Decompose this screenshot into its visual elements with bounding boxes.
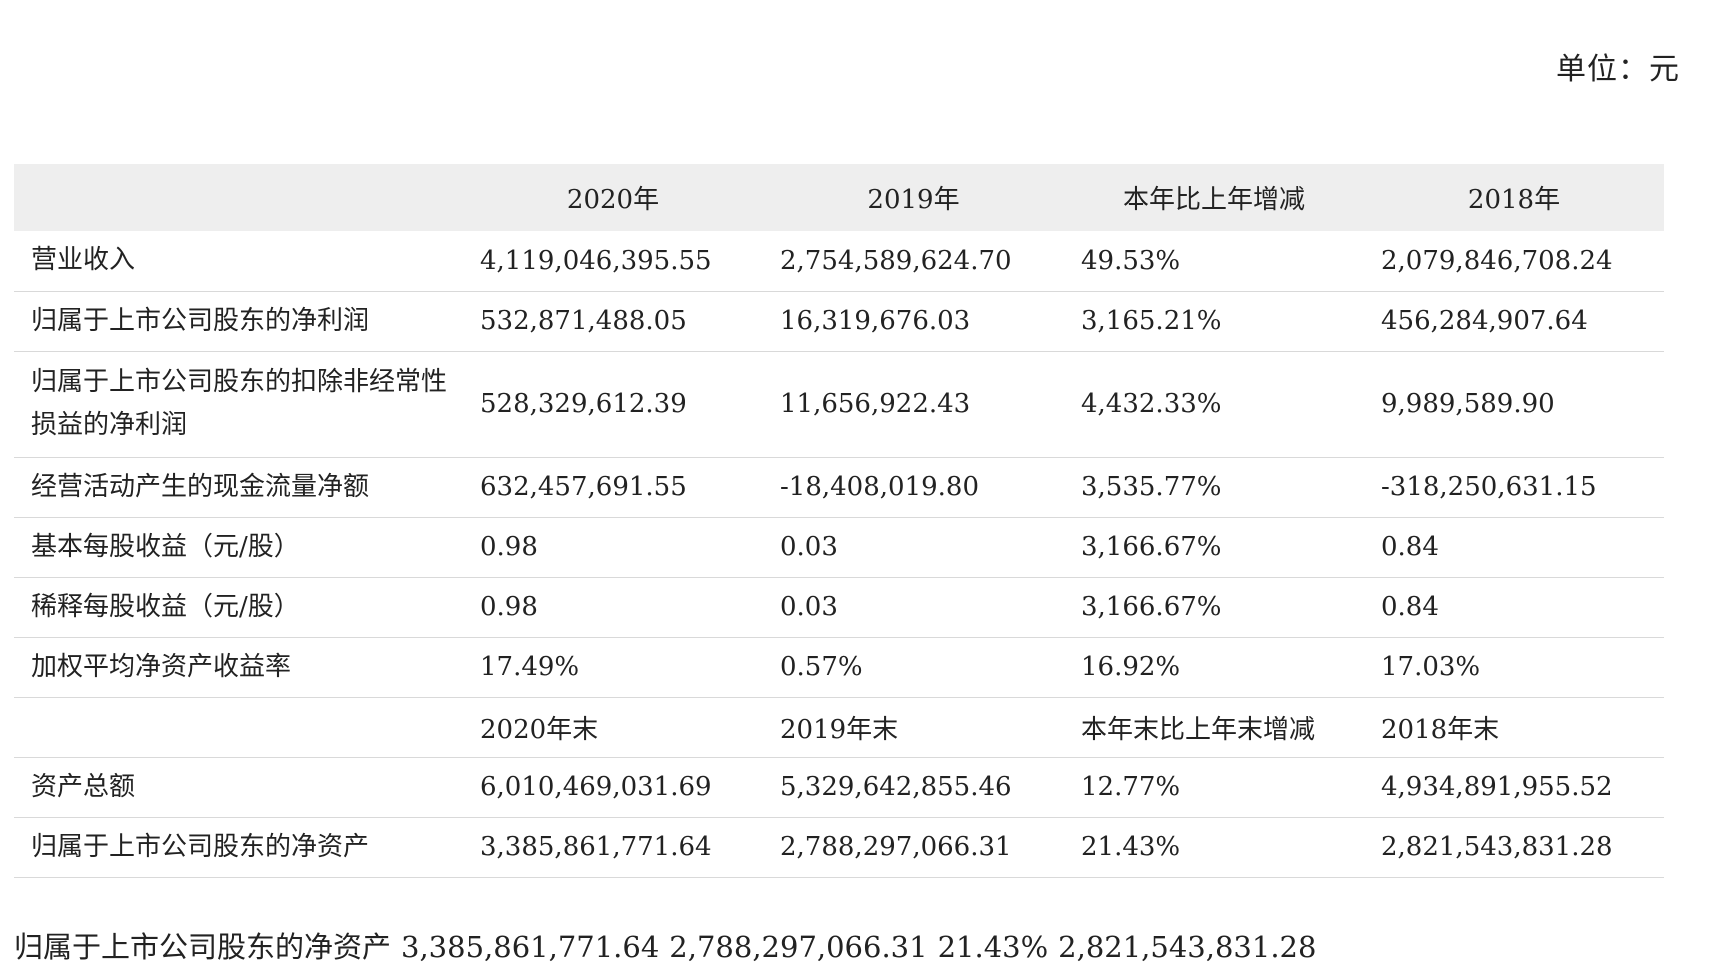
cell-2020: 528,329,612.39 <box>463 351 763 458</box>
cell-2020: 4,119,046,395.55 <box>463 231 763 292</box>
table-row: 归属于上市公司股东的扣除非经常性损益的净利润 528,329,612.39 11… <box>14 351 1664 458</box>
cell-2018: 4,934,891,955.52 <box>1364 757 1664 818</box>
cell-change: 3,165.21% <box>1064 291 1364 352</box>
row-label: 经营活动产生的现金流量净额 <box>14 457 463 518</box>
cell-2018: 17.03% <box>1364 637 1664 698</box>
table-row: 营业收入 4,119,046,395.55 2,754,589,624.70 4… <box>14 231 1664 292</box>
cell-2020: 0.98 <box>463 517 763 578</box>
cell-2018: 0.84 <box>1364 577 1664 638</box>
row-label: 加权平均净资产收益率 <box>14 637 463 698</box>
table-row: 经营活动产生的现金流量净额 632,457,691.55 -18,408,019… <box>14 457 1664 518</box>
header-2019: 2019年 <box>763 164 1064 231</box>
cell-2020: 17.49% <box>463 637 763 698</box>
cell-2020: 632,457,691.55 <box>463 457 763 518</box>
cell-2018: 9,989,589.90 <box>1364 351 1664 458</box>
cell-2019: -18,408,019.80 <box>763 457 1064 518</box>
footer-text-line: 归属于上市公司股东的净资产 3,385,861,771.64 2,788,297,0… <box>14 927 1326 967</box>
subheader-2020-end: 2020年末 <box>463 697 763 758</box>
cell-2018: 2,821,543,831.28 <box>1364 817 1664 878</box>
cell-2020: 0.98 <box>463 577 763 638</box>
cell-change: 3,166.67% <box>1064 577 1364 638</box>
cell-change: 3,535.77% <box>1064 457 1364 518</box>
table-row: 稀释每股收益（元/股） 0.98 0.03 3,166.67% 0.84 <box>14 577 1664 638</box>
cell-change: 12.77% <box>1064 757 1364 818</box>
cell-2018: -318,250,631.15 <box>1364 457 1664 518</box>
header-yoy-change: 本年比上年增减 <box>1064 164 1364 231</box>
cell-2020: 6,010,469,031.69 <box>463 757 763 818</box>
cell-2019: 0.03 <box>763 577 1064 638</box>
subheader-2019-end: 2019年末 <box>763 697 1064 758</box>
row-label <box>14 697 463 758</box>
header-row: 2020年 2019年 本年比上年增减 2018年 <box>14 164 1664 231</box>
footer-2020: 3,385,861,771.64 <box>401 930 660 964</box>
row-label: 稀释每股收益（元/股） <box>14 577 463 638</box>
subheader-2018-end: 2018年末 <box>1364 697 1664 758</box>
cell-change: 3,166.67% <box>1064 517 1364 578</box>
cell-2018: 0.84 <box>1364 517 1664 578</box>
table-row: 归属于上市公司股东的净资产 3,385,861,771.64 2,788,297… <box>14 817 1664 878</box>
footer-label: 归属于上市公司股东的净资产 <box>14 930 392 964</box>
cell-2019: 16,319,676.03 <box>763 291 1064 352</box>
cell-change: 21.43% <box>1064 817 1364 878</box>
year-end-subheader-row: 2020年末 2019年末 本年末比上年末增减 2018年末 <box>14 697 1664 758</box>
cell-2020: 532,871,488.05 <box>463 291 763 352</box>
footer-2018: 2,821,543,831.28 <box>1058 930 1317 964</box>
footer-change: 21.43% <box>937 930 1049 964</box>
cell-2018: 456,284,907.64 <box>1364 291 1664 352</box>
cell-2019: 11,656,922.43 <box>763 351 1064 458</box>
header-2020: 2020年 <box>463 164 763 231</box>
table-row: 归属于上市公司股东的净利润 532,871,488.05 16,319,676.… <box>14 291 1664 352</box>
cell-2019: 0.03 <box>763 517 1064 578</box>
table-row: 加权平均净资产收益率 17.49% 0.57% 16.92% 17.03% <box>14 637 1664 698</box>
subheader-yoy-change: 本年末比上年末增减 <box>1064 697 1364 758</box>
table-header: 2020年 2019年 本年比上年增减 2018年 <box>14 164 1664 231</box>
row-label: 归属于上市公司股东的净资产 <box>14 817 463 878</box>
cell-2018: 2,079,846,708.24 <box>1364 231 1664 292</box>
row-label: 基本每股收益（元/股） <box>14 517 463 578</box>
header-blank <box>14 164 463 231</box>
table-row: 基本每股收益（元/股） 0.98 0.03 3,166.67% 0.84 <box>14 517 1664 578</box>
cell-change: 16.92% <box>1064 637 1364 698</box>
row-label: 归属于上市公司股东的净利润 <box>14 291 463 352</box>
financial-summary-table: 2020年 2019年 本年比上年增减 2018年 营业收入 4,119,046… <box>14 164 1664 878</box>
row-label: 资产总额 <box>14 757 463 818</box>
unit-label: 单位：元 <box>1556 52 1680 87</box>
cell-2019: 5,329,642,855.46 <box>763 757 1064 818</box>
row-label: 营业收入 <box>14 231 463 292</box>
header-2018: 2018年 <box>1364 164 1664 231</box>
footer-2019: 2,788,297,066.31 <box>669 930 928 964</box>
cell-2019: 2,788,297,066.31 <box>763 817 1064 878</box>
cell-2019: 0.57% <box>763 637 1064 698</box>
cell-2020: 3,385,861,771.64 <box>463 817 763 878</box>
table-body: 营业收入 4,119,046,395.55 2,754,589,624.70 4… <box>14 231 1664 878</box>
row-label: 归属于上市公司股东的扣除非经常性损益的净利润 <box>14 351 463 458</box>
table-row: 资产总额 6,010,469,031.69 5,329,642,855.46 1… <box>14 757 1664 818</box>
cell-change: 49.53% <box>1064 231 1364 292</box>
cell-2019: 2,754,589,624.70 <box>763 231 1064 292</box>
cell-change: 4,432.33% <box>1064 351 1364 458</box>
